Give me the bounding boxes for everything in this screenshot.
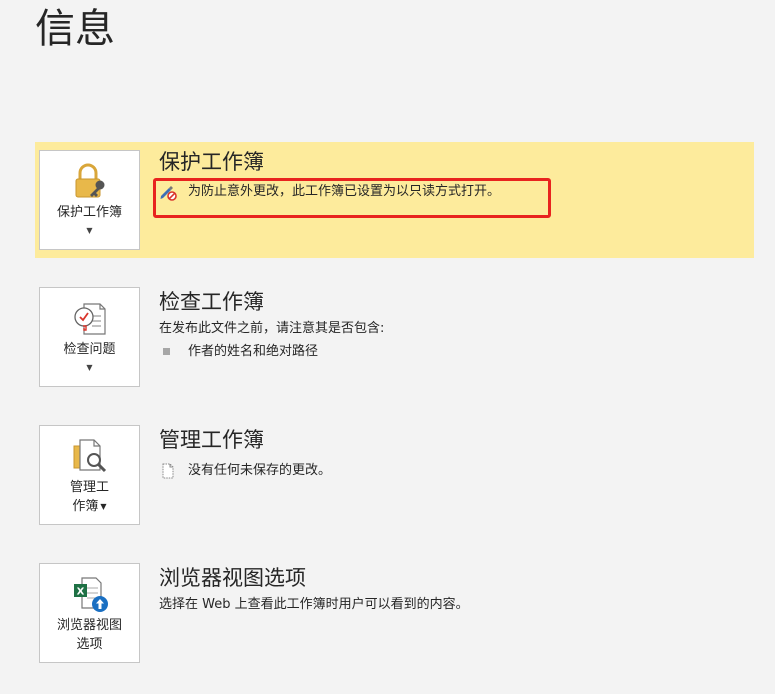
bullet-icon xyxy=(163,347,170,355)
browser-label-line2: 选项 xyxy=(76,637,103,652)
inspect-workbook-description: 在发布此文件之前，请注意其是否包含: xyxy=(159,321,385,336)
highlight-annotation-box xyxy=(153,178,551,218)
list-item: 作者的姓名和绝对路径 xyxy=(159,343,318,361)
protect-workbook-button-label: 保护工作簿 xyxy=(56,205,122,220)
check-issues-button-label: 检查问题 xyxy=(63,342,116,357)
protect-workbook-title: 保护工作簿 xyxy=(159,150,264,174)
unsaved-status-message: 没有任何未保存的更改。 xyxy=(188,463,332,478)
browser-view-section: X 浏览器视图 选项 浏览器视图选项 选择在 Web 上查看此工作簿时用户可以看到… xyxy=(35,558,754,670)
inspect-workbook-section: 检查问题 ▼ 检查工作簿 在发布此文件之前，请注意其是否包含: 作者的姓名和绝对… xyxy=(35,282,754,394)
svg-text:X: X xyxy=(76,587,84,598)
manage-workbook-button-label: 管理工作簿 ▼ xyxy=(40,478,139,516)
lock-key-icon xyxy=(75,163,104,198)
protect-workbook-button[interactable]: 保护工作簿 ▼ xyxy=(39,150,140,250)
document-search-icon xyxy=(73,439,106,473)
page-title: 信息 xyxy=(35,6,115,52)
browser-view-description: 选择在 Web 上查看此工作簿时用户可以看到的内容。 xyxy=(159,597,469,612)
manage-workbook-title: 管理工作簿 xyxy=(159,428,264,452)
document-small-icon xyxy=(162,463,174,479)
manage-workbook-section: 管理工 作簿 ▼ 管理工作簿 没有任何未保存的更改。 xyxy=(35,420,754,532)
manage-workbook-button[interactable]: 管理工作簿 ▼ xyxy=(39,425,140,525)
browser-label-line1: 浏览器视图 xyxy=(56,618,122,633)
check-issues-button[interactable]: 检查问题 ▼ xyxy=(39,287,140,387)
browser-view-title: 浏览器视图选项 xyxy=(159,566,306,590)
excel-upload-icon: X xyxy=(73,577,108,612)
chevron-down-icon: ▼ xyxy=(86,363,93,372)
protect-workbook-section: 保护工作簿 ▼ 保护工作簿 为防止意外更改，此工作簿已设置为以只读方式打开。 xyxy=(35,142,754,258)
manage-label-line2: 作簿 xyxy=(72,499,99,514)
chevron-down-icon: ▼ xyxy=(86,226,93,235)
inspect-item-author-path: 作者的姓名和绝对路径 xyxy=(188,344,319,359)
manage-label-line1: 管理工 xyxy=(69,480,109,495)
browser-view-options-button-label: 浏览器视图 选项 xyxy=(40,616,139,654)
unsaved-status-row: 没有任何未保存的更改。 xyxy=(159,462,331,481)
chevron-down-icon: ▼ xyxy=(100,502,107,511)
browser-view-options-button[interactable]: X 浏览器视图选项 xyxy=(39,563,140,663)
inspect-workbook-title: 检查工作簿 xyxy=(159,290,264,314)
document-checklist-icon xyxy=(73,303,106,335)
